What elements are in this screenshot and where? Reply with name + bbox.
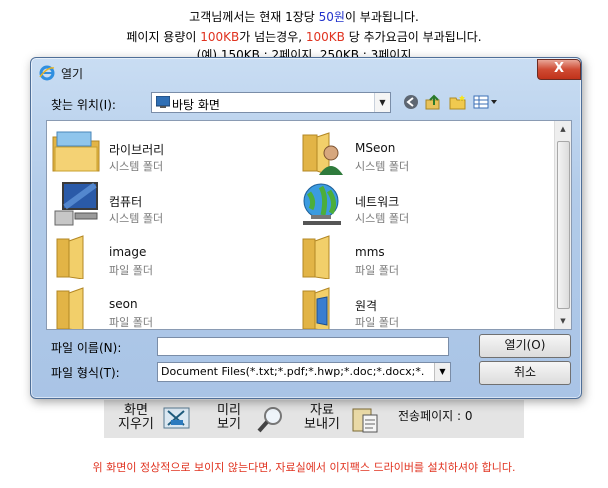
scroll-thumb[interactable]	[557, 141, 570, 309]
folder-icon	[56, 235, 84, 279]
preview-label: 미리	[217, 403, 241, 418]
list-item[interactable]: seon 파일 폴더	[51, 285, 271, 329]
notice-text: 고객님께서는 현재 1장당	[189, 10, 319, 24]
price-highlight: 50원	[318, 10, 345, 24]
size-highlight: 100KB	[305, 30, 345, 44]
item-type: 시스템 폴더	[355, 212, 410, 225]
size-highlight: 100KB	[200, 30, 240, 44]
cancel-button[interactable]: 취소	[479, 361, 571, 385]
file-name-input[interactable]	[157, 337, 449, 356]
notice-text: 당 추가요금이 부과됩니다.	[344, 30, 482, 44]
remote-folder-icon	[302, 287, 330, 329]
look-in-dropdown[interactable]: 바탕 화면 ▼	[151, 92, 391, 113]
scroll-up-icon[interactable]: ▲	[555, 121, 571, 137]
item-type: 시스템 폴더	[109, 212, 164, 225]
item-name: 라이브러리	[109, 143, 165, 157]
folder-icon	[56, 287, 84, 329]
sent-pages-count: 전송페이지 : 0	[398, 409, 473, 423]
chevron-down-icon[interactable]: ▼	[434, 363, 450, 381]
network-icon	[303, 183, 341, 225]
look-in-value: 바탕 화면	[172, 98, 220, 112]
driver-install-notice: 위 화면이 정상적으로 보이지 않는다면, 자료실에서 이지팩스 드라이버를 설…	[92, 461, 516, 474]
look-in-label: 찾는 위치(I):	[51, 98, 116, 112]
library-icon	[52, 131, 100, 172]
document-send-icon[interactable]	[349, 405, 381, 438]
list-item[interactable]: 라이브러리 시스템 폴더	[51, 129, 271, 177]
list-item[interactable]: mms 파일 폴더	[297, 233, 517, 281]
file-type-value: Document Files(*.txt;*.pdf;*.hwp;*.doc;*…	[161, 365, 425, 378]
eraser-icon[interactable]	[163, 405, 191, 434]
item-type: 시스템 폴더	[109, 160, 164, 173]
chevron-down-icon[interactable]: ▼	[374, 93, 390, 112]
computer-icon	[54, 182, 98, 226]
list-item[interactable]: MSeon 시스템 폴더	[297, 129, 517, 177]
list-item[interactable]: image 파일 폴더	[51, 233, 271, 281]
item-name: 네트워크	[355, 195, 400, 209]
scroll-down-icon[interactable]: ▼	[555, 313, 571, 329]
new-folder-icon[interactable]	[449, 94, 467, 113]
item-type: 시스템 폴더	[355, 160, 410, 173]
item-type: 파일 폴더	[109, 316, 153, 329]
notice-text: 가 넘는경우,	[239, 30, 306, 44]
notice-text: 이 부과됩니다.	[344, 10, 419, 24]
clear-screen-button[interactable]: 화면 지우기	[118, 404, 154, 432]
view-menu-icon[interactable]	[473, 94, 499, 113]
file-name-label: 파일 이름(N):	[51, 341, 122, 355]
item-name: image	[109, 245, 147, 259]
preview-button[interactable]: 미리 보기	[217, 404, 241, 432]
preview-label: 보기	[217, 417, 241, 432]
item-type: 파일 폴더	[109, 264, 153, 277]
list-item[interactable]: 네트워크 시스템 폴더	[297, 181, 517, 229]
item-name: MSeon	[355, 141, 396, 155]
price-notice-line1: 고객님께서는 현재 1장당 50원이 부과됩니다.	[0, 10, 608, 24]
file-type-label: 파일 형식(T):	[51, 366, 120, 380]
up-folder-icon[interactable]	[425, 94, 443, 113]
folder-icon	[302, 235, 330, 279]
file-list[interactable]: 라이브러리 시스템 폴더 MSeon 시스템 폴더 컴퓨터 시스템 폴더 네트워…	[46, 120, 572, 330]
item-type: 파일 폴더	[355, 264, 399, 277]
item-name: seon	[109, 297, 138, 311]
dialog-title: 열기	[61, 67, 84, 81]
price-notice-line2: 페이지 용량이 100KB가 넘는경우, 100KB 당 추가요금이 부과됩니다…	[0, 30, 608, 44]
close-button[interactable]: X	[537, 59, 581, 80]
send-label: 보내기	[304, 417, 340, 432]
list-item[interactable]: 컴퓨터 시스템 폴더	[51, 181, 271, 229]
item-name: 원격	[355, 299, 378, 313]
item-type: 파일 폴더	[355, 316, 399, 329]
dialog-titlebar[interactable]: 열기 X	[31, 58, 581, 86]
item-name: 컴퓨터	[109, 195, 143, 209]
clear-label: 지우기	[118, 417, 154, 432]
send-button[interactable]: 자료 보내기	[304, 404, 340, 432]
clear-label: 화면	[123, 403, 148, 418]
user-folder-icon	[302, 132, 343, 175]
file-type-select[interactable]: Document Files(*.txt;*.pdf;*.hwp;*.doc;*…	[157, 362, 451, 382]
vertical-scrollbar[interactable]: ▲ ▼	[554, 121, 571, 329]
price-notice-line3: (예) 150KB : 2페이지, 250KB : 3페이지	[196, 48, 412, 57]
magnifier-icon[interactable]	[255, 405, 287, 438]
desktop-icon	[155, 95, 171, 111]
back-icon[interactable]	[403, 94, 419, 113]
open-button[interactable]: 열기(O)	[479, 334, 571, 358]
item-name: mms	[355, 245, 385, 259]
notice-text: 페이지 용량이	[126, 30, 201, 44]
send-label: 자료	[309, 403, 334, 418]
open-file-dialog: 열기 X 찾는 위치(I): 바탕 화면 ▼ 라이브러리 시스템 폴더 MSeo…	[30, 57, 582, 399]
list-item[interactable]: 원격 파일 폴더	[297, 285, 517, 329]
internet-explorer-icon	[39, 65, 55, 84]
